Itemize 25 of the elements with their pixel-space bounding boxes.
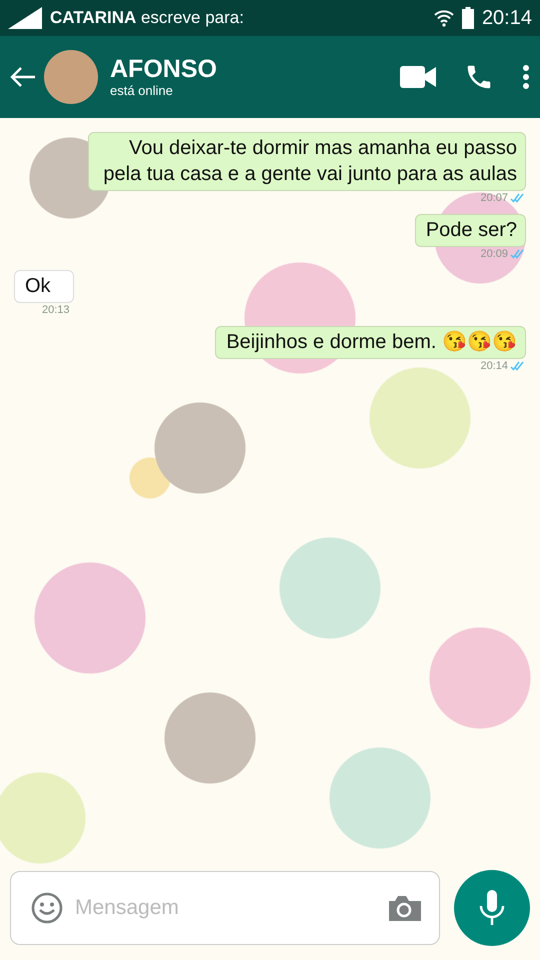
- message-time: 20:13: [42, 304, 70, 316]
- avatar-photo-placeholder[interactable]: [44, 50, 98, 104]
- message-field[interactable]: Mensagem: [10, 871, 440, 945]
- notification-text: CATARINA escreve para:: [50, 8, 245, 28]
- message-bubble: Ok: [14, 270, 74, 303]
- menu-button[interactable]: [522, 65, 530, 89]
- message-bubble: Beijinhos e dorme bem. 😘😘😘: [215, 326, 526, 359]
- message-bubble: Vou deixar-te dormir mas amanha eu passo pela tua casa e a gente vai junto para as aulas: [88, 132, 526, 191]
- battery-icon: [462, 7, 474, 29]
- video-call-button[interactable]: [400, 66, 436, 88]
- emoji-button[interactable]: [31, 892, 63, 924]
- message-time: 20:14: [480, 360, 508, 372]
- wifi-icon: [434, 9, 454, 27]
- microphone-icon: [479, 890, 505, 926]
- message-bubble: Pode ser?: [414, 214, 526, 247]
- clock-time: 20:14: [482, 6, 532, 30]
- message-time: 20:09: [480, 248, 508, 260]
- more-options-icon: [522, 65, 530, 89]
- back-button[interactable]: [10, 66, 36, 88]
- camera-button[interactable]: [389, 895, 421, 921]
- contact-name: AFONSO: [110, 56, 218, 83]
- contact-status: está online: [110, 82, 174, 98]
- message-time: 20:07: [480, 192, 508, 204]
- signal-icon: [8, 7, 42, 29]
- message-input[interactable]: Mensagem: [73, 895, 379, 921]
